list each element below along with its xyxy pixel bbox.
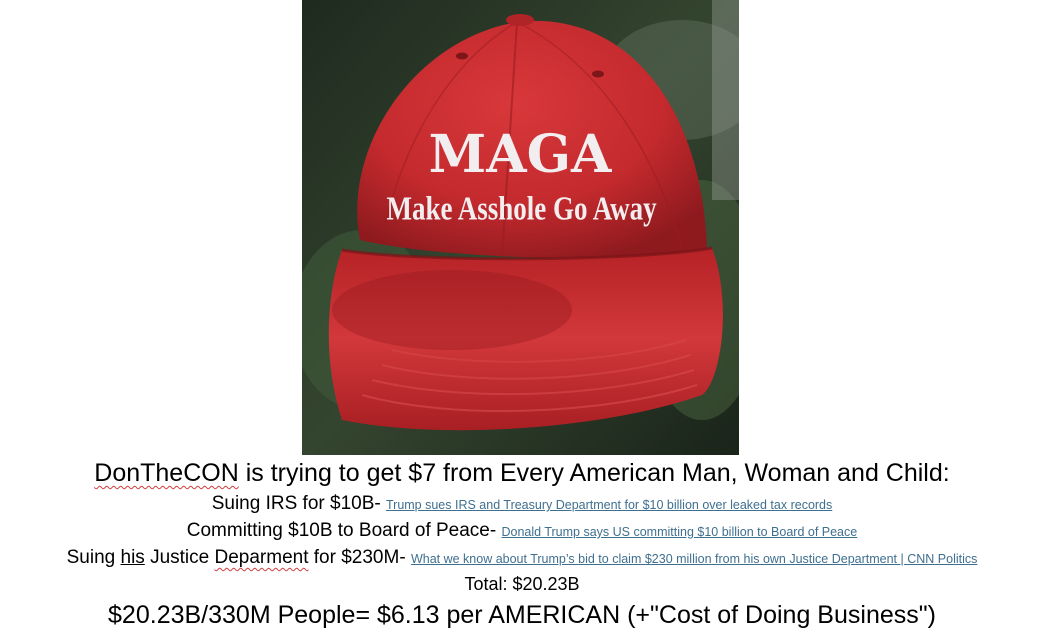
- item-justice-his: his: [120, 547, 145, 568]
- cap-subtitle: Make Asshole Go Away: [387, 190, 657, 227]
- item-irs: Suing IRS for $10B- Trump sues IRS and T…: [0, 491, 1044, 518]
- item-justice-prefix-b: Justice: [144, 547, 215, 568]
- document-body: DonTheCON is trying to get $7 from Every…: [0, 455, 1044, 634]
- headline-rest: is trying to get $7 from Every American …: [238, 459, 950, 487]
- summary-line: $20.23B/330M People= $6.13 per AMERICAN …: [108, 601, 936, 629]
- item-board-of-peace: Committing $10B to Board of Peace- Donal…: [0, 518, 1044, 545]
- item-justice-department: Suing his Justice Deparment for $230M- W…: [0, 545, 1044, 572]
- cap-title: MAGA: [429, 124, 612, 185]
- link-board-of-peace-article[interactable]: Donald Trump says US committing $10 bill…: [501, 525, 857, 539]
- total-line: Total: $20.23B: [464, 574, 580, 594]
- headline-name: DonTheCON: [94, 459, 239, 487]
- item-irs-prefix: Suing IRS for $10B-: [211, 493, 386, 514]
- link-irs-article[interactable]: Trump sues IRS and Treasury Department f…: [386, 498, 832, 512]
- item-justice-prefix-a: Suing: [66, 547, 121, 568]
- headline: DonTheCON is trying to get $7 from Every…: [0, 455, 1044, 491]
- item-justice-prefix-c: for $230M-: [308, 547, 411, 568]
- link-justice-department-article[interactable]: What we know about Trump’s bid to claim …: [411, 552, 977, 566]
- item-board-prefix: Committing $10B to Board of Peace-: [186, 520, 502, 541]
- maga-cap-photo: MAGA Make Asshole Go Away: [302, 0, 739, 455]
- item-justice-deparment: Deparment: [214, 547, 309, 568]
